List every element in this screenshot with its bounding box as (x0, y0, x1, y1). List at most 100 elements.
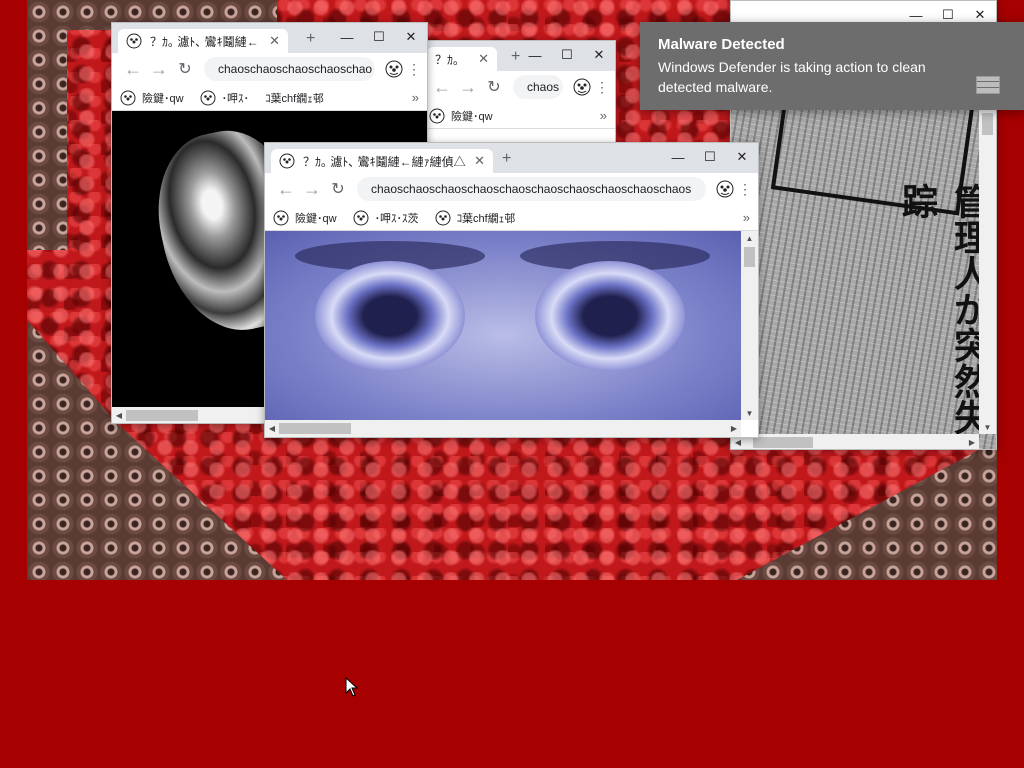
tab-title: ？ｶ｡ 濾ﾄ､ 鸞ｷ鬮縺← (150, 34, 259, 49)
close-button[interactable]: ✕ (395, 25, 427, 49)
clown-face-icon (120, 90, 136, 105)
clown-face-icon[interactable] (385, 60, 403, 78)
window-controls: — ☐ ✕ (519, 43, 615, 67)
tab-close-icon[interactable]: ✕ (478, 51, 489, 67)
wallpaper-tile-pattern (737, 440, 997, 580)
back-arrow-icon[interactable]: ← (429, 77, 455, 98)
close-button[interactable]: ✕ (583, 43, 615, 67)
horizontal-scrollbar[interactable]: ◀ ▶ (265, 420, 741, 437)
scroll-right-arrow-icon[interactable]: ▶ (965, 434, 979, 449)
tab-strip: ？ｶ｡ 濾ﾄ､ 鸞ｷ鬮縺←縺ｧ縺偵△ ✕ + — ☐ ✕ (265, 143, 758, 173)
scroll-right-arrow-icon[interactable]: ▶ (727, 420, 741, 437)
vertical-scrollbar[interactable]: ▲ ▼ (741, 231, 758, 420)
firewall-brick-icon (976, 76, 1000, 94)
eye (315, 261, 465, 371)
browser-window-eyes[interactable]: ？ｶ｡ 濾ﾄ､ 鸞ｷ鬮縺←縺ｧ縺偵△ ✕ + — ☐ ✕ ← → ↻ chaos… (264, 142, 759, 438)
scroll-down-arrow-icon[interactable]: ▼ (979, 420, 996, 434)
clown-face-icon (273, 210, 289, 225)
clown-face-icon (279, 153, 295, 169)
close-button[interactable]: ✕ (726, 145, 758, 169)
page-content: ▲ ▼ ◀ ▶ (265, 231, 758, 437)
scroll-thumb[interactable] (744, 247, 755, 267)
bookmark-label: ｺ葉chf繝ｪ邨 (456, 212, 516, 225)
tab-strip: — ☐ ✕ (731, 1, 996, 23)
clown-face-icon[interactable] (573, 78, 591, 96)
bookmark-item[interactable]: ｺ葉chf繝ｪ邨 (265, 90, 324, 106)
browser-toolbar: ← → ↻ chaoschaoschaoschaoschao ⋮ (112, 53, 427, 85)
bookmarks-bar: 險鍵･qw » (421, 103, 615, 129)
eye (535, 261, 685, 371)
bookmark-item[interactable]: ･呷ｽ･ｽ茨 (353, 210, 419, 226)
tab-active[interactable]: ？ｶ｡ 濾ﾄ､ 鸞ｷ鬮縺← ✕ (118, 29, 288, 53)
scroll-up-arrow-icon[interactable]: ▲ (741, 231, 758, 245)
bookmark-item[interactable]: 險鍵･qw (273, 210, 337, 226)
back-arrow-icon[interactable]: ← (273, 179, 299, 200)
browser-toolbar: ← → ↻ chaoschaoschaoschaoschaoschaoschao… (265, 173, 758, 205)
horizontal-scrollbar[interactable]: ◀ ▶ (731, 434, 979, 449)
maximize-button[interactable]: ☐ (551, 43, 583, 67)
forward-arrow-icon[interactable]: → (146, 59, 172, 80)
menu-kebab-icon[interactable]: ⋮ (738, 181, 752, 198)
scroll-down-arrow-icon[interactable]: ▼ (741, 406, 758, 420)
tab-close-icon[interactable]: ✕ (474, 153, 485, 169)
bookmark-item[interactable]: ･呷ｽ･ (200, 90, 250, 106)
bookmark-item[interactable]: ｺ葉chf繝ｪ邨 (435, 210, 516, 226)
bookmarks-bar: 險鍵･qw ･呷ｽ･ｽ茨 ｺ葉chf繝ｪ邨 » (265, 205, 758, 231)
bookmark-label: 險鍵･qw (451, 110, 493, 123)
maximize-button[interactable]: ☐ (694, 145, 726, 169)
malware-notification[interactable]: Malware Detected Windows Defender is tak… (640, 22, 1024, 110)
tab-strip: ？ｶ｡ ✕ + — ☐ ✕ (421, 41, 615, 71)
clown-face-icon (435, 210, 451, 225)
menu-kebab-icon[interactable]: ⋮ (595, 79, 609, 96)
browser-window-chaos[interactable]: ？ｶ｡ ✕ + — ☐ ✕ ← → ↻ chaos ⋮ 險鍵･qw » (420, 40, 616, 145)
clown-face-icon (429, 108, 445, 123)
scroll-thumb[interactable] (279, 423, 351, 434)
tab-title: ？ｶ｡ 濾ﾄ､ 鸞ｷ鬮縺←縺ｧ縺偵△ (303, 154, 466, 169)
minimize-button[interactable]: — (519, 43, 551, 67)
maximize-button[interactable]: ☐ (363, 25, 395, 49)
bookmark-label: 險鍵･qw (295, 212, 337, 225)
scroll-thumb[interactable] (126, 410, 198, 421)
new-tab-button[interactable]: + (306, 30, 315, 48)
clown-face-icon[interactable] (716, 180, 734, 198)
forward-arrow-icon[interactable]: → (299, 179, 325, 200)
back-arrow-icon[interactable]: ← (120, 59, 146, 80)
bookmarks-overflow-icon[interactable]: » (600, 108, 607, 123)
scroll-left-arrow-icon[interactable]: ◀ (265, 420, 279, 437)
bookmark-label: ｺ葉chf繝ｪ邨 (265, 92, 324, 105)
scroll-thumb[interactable] (753, 437, 813, 448)
bookmark-item[interactable]: 險鍵･qw (120, 90, 184, 106)
address-bar[interactable]: chaoschaoschaoschaoschao (204, 57, 375, 81)
menu-kebab-icon[interactable]: ⋮ (407, 61, 421, 78)
clown-face-icon (126, 33, 142, 49)
tab-active[interactable]: ？ｶ｡ 濾ﾄ､ 鸞ｷ鬮縺←縺ｧ縺偵△ ✕ (271, 149, 493, 173)
bookmark-label: ･呷ｽ･ｽ茨 (374, 212, 419, 225)
bookmark-label: 險鍵･qw (142, 92, 184, 105)
scroll-left-arrow-icon[interactable]: ◀ (112, 407, 126, 423)
wallpaper-tile-pattern (27, 0, 67, 250)
forward-arrow-icon[interactable]: → (455, 77, 481, 98)
new-tab-button[interactable]: + (502, 150, 511, 168)
notification-body: Windows Defender is taking action to cle… (658, 59, 926, 95)
bookmark-label: ･呷ｽ･ (221, 92, 250, 105)
minimize-button[interactable]: — (662, 145, 694, 169)
bookmarks-bar: 險鍵･qw ･呷ｽ･ ｺ葉chf繝ｪ邨 » (112, 85, 427, 111)
browser-toolbar: ← → ↻ chaos ⋮ (421, 71, 615, 103)
bookmarks-overflow-icon[interactable]: » (412, 90, 419, 105)
address-bar[interactable]: chaoschaoschaoschaoschaoschaoschaoschaos… (357, 177, 706, 201)
reload-icon[interactable]: ↻ (172, 59, 198, 79)
tab-active[interactable]: ？ｶ｡ ✕ (427, 47, 497, 71)
reload-icon[interactable]: ↻ (325, 179, 351, 199)
window-controls: — ☐ ✕ (662, 145, 758, 169)
address-bar[interactable]: chaos (513, 75, 563, 99)
scroll-thumb[interactable] (982, 113, 993, 135)
reload-icon[interactable]: ↻ (481, 77, 507, 97)
bookmarks-overflow-icon[interactable]: » (743, 210, 750, 225)
mouse-pointer-icon (345, 677, 359, 697)
minimize-button[interactable]: — (331, 25, 363, 49)
clown-face-icon (353, 210, 369, 225)
bookmark-item[interactable]: 險鍵･qw (429, 108, 493, 124)
tab-close-icon[interactable]: ✕ (269, 33, 280, 49)
clown-face-icon (200, 90, 216, 105)
notification-title: Malware Detected (658, 36, 785, 53)
